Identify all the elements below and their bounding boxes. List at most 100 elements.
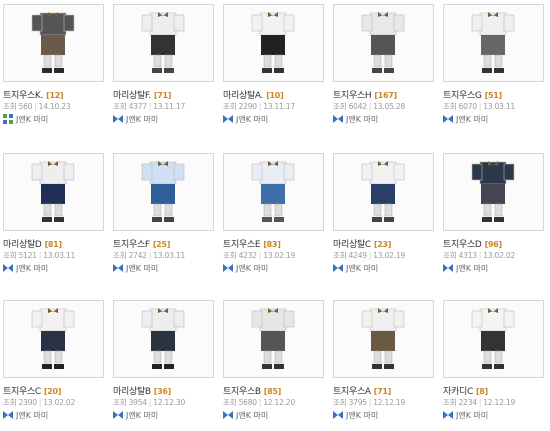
author[interactable]: J앤K 마미: [3, 410, 48, 421]
author[interactable]: J앤K 마미: [443, 410, 488, 421]
post-title-text[interactable]: 마리상탈F.: [113, 91, 151, 101]
gallery-card[interactable]: 마리상탈A. [10] 조회 2290 | 13.11.17 J앤K 마미: [220, 0, 330, 135]
outfit-thumbnail[interactable]: [443, 153, 544, 231]
outfit-thumbnail[interactable]: [113, 153, 214, 231]
post-title-text[interactable]: 트지우스C: [3, 387, 41, 397]
views-label: 조회: [3, 251, 17, 260]
author-name[interactable]: J앤K 마미: [236, 411, 268, 420]
gallery-card[interactable]: 트지우스F [25] 조회 2742 | 13.03.11 J앤K 마미: [110, 149, 220, 284]
views-count: 4249: [348, 251, 368, 260]
post-title[interactable]: 트지우스D [96]: [443, 237, 502, 250]
gallery-card[interactable]: 자카디C [8] 조회 2234 | 12.12.19 J앤K 마미: [440, 296, 550, 431]
gallery-card[interactable]: 트지우스B [85] 조회 5680 | 12.12.20 J앤K 마미: [220, 296, 330, 431]
author-name[interactable]: J앤K 마미: [456, 115, 488, 124]
author-name[interactable]: J앤K 마미: [126, 115, 158, 124]
post-title[interactable]: 자카디C [8]: [443, 384, 488, 397]
outfit-thumbnail[interactable]: [113, 4, 214, 82]
views-count: 2290: [238, 102, 258, 111]
outfit-thumbnail[interactable]: [443, 300, 544, 378]
author-name[interactable]: J앤K 마미: [456, 264, 488, 273]
post-date: 14.10.23: [38, 102, 71, 111]
post-title-text[interactable]: 트지우스B: [223, 387, 261, 397]
post-date: 12.12.20: [263, 398, 296, 407]
gallery-card[interactable]: 트지우스E [83] 조회 4232 | 13.02.19 J앤K 마미: [220, 149, 330, 284]
post-title[interactable]: 마리상탈C [23]: [333, 237, 391, 250]
author[interactable]: J앤K 마미: [223, 114, 268, 125]
author-name[interactable]: J앤K 마미: [456, 411, 488, 420]
outfit-thumbnail[interactable]: [223, 153, 324, 231]
outfit-thumbnail[interactable]: [443, 4, 544, 82]
gallery-card[interactable]: 마리상탈B [36] 조회 3954 | 12.12.30 J앤K 마미: [110, 296, 220, 431]
author-name[interactable]: J앤K 마미: [16, 115, 48, 124]
author[interactable]: J앤K 마미: [333, 263, 378, 274]
post-title[interactable]: 트지우스E [83]: [223, 237, 281, 250]
post-meta: 조회 5680 | 12.12.20: [223, 398, 296, 407]
post-title[interactable]: 마리상탈B [36]: [113, 384, 171, 397]
author-name[interactable]: J앤K 마미: [126, 411, 158, 420]
post-title-text[interactable]: 트지우스E: [223, 240, 261, 250]
gallery-card[interactable]: 트지우스G [51] 조회 6070 | 13.03.11 J앤K 마미: [440, 0, 550, 135]
outfit-thumbnail[interactable]: [333, 153, 434, 231]
gallery-card[interactable]: 트지우스D [96] 조회 4313 | 13.02.02 J앤K 마미: [440, 149, 550, 284]
author-name[interactable]: J앤K 마미: [346, 411, 378, 420]
bow-icon: [223, 411, 236, 420]
gallery-card[interactable]: 트지우스A [71] 조회 3795 | 12.12.19 J앤K 마미: [330, 296, 440, 431]
post-title[interactable]: 트지우스F [25]: [113, 237, 170, 250]
author[interactable]: J앤K 마미: [3, 263, 48, 274]
author[interactable]: J앤K 마미: [333, 410, 378, 421]
gallery-card[interactable]: 마리상탈D [81] 조회 5121 | 13.03.11 J앤K 마미: [0, 149, 110, 284]
post-title-text[interactable]: 마리상탈D: [3, 240, 42, 250]
outfit-thumbnail[interactable]: [333, 300, 434, 378]
outfit-thumbnail[interactable]: [223, 4, 324, 82]
author-name[interactable]: J앤K 마미: [346, 264, 378, 273]
author[interactable]: J앤K 마미: [443, 114, 488, 125]
author[interactable]: J앤K 마미: [3, 114, 48, 125]
post-title-text[interactable]: 마리상탈B: [113, 387, 151, 397]
post-title-text[interactable]: 트지우스F: [113, 240, 150, 250]
author[interactable]: J앤K 마미: [223, 410, 268, 421]
post-title-text[interactable]: 자카디C: [443, 387, 473, 397]
post-title[interactable]: 마리상탈D [81]: [3, 237, 62, 250]
author-name[interactable]: J앤K 마미: [126, 264, 158, 273]
author[interactable]: J앤K 마미: [113, 114, 158, 125]
author[interactable]: J앤K 마미: [223, 263, 268, 274]
post-title-text[interactable]: 트지우스K.: [3, 91, 43, 101]
author[interactable]: J앤K 마미: [113, 263, 158, 274]
post-title-text[interactable]: 트지우스G: [443, 91, 482, 101]
post-date: 13.03.11: [153, 251, 186, 260]
author[interactable]: J앤K 마미: [113, 410, 158, 421]
gallery-card[interactable]: 마리상탈F. [71] 조회 4377 | 13.11.17 J앤K 마미: [110, 0, 220, 135]
post-title[interactable]: 트지우스H [167]: [333, 88, 397, 101]
gallery-card[interactable]: 트지우스K. [12] 조회 560 | 14.10.23 J앤K 마미: [0, 0, 110, 135]
post-title[interactable]: 트지우스C [20]: [3, 384, 61, 397]
outfit-thumbnail[interactable]: [3, 300, 104, 378]
author-name[interactable]: J앤K 마미: [16, 411, 48, 420]
bow-icon: [113, 264, 126, 273]
post-title-text[interactable]: 마리상탈C: [333, 240, 371, 250]
views-label: 조회: [113, 398, 127, 407]
author-name[interactable]: J앤K 마미: [236, 264, 268, 273]
post-title-text[interactable]: 트지우스H: [333, 91, 372, 101]
gallery-card[interactable]: 마리상탈C [23] 조회 4249 | 13.02.19 J앤K 마미: [330, 149, 440, 284]
post-title-text[interactable]: 트지우스D: [443, 240, 482, 250]
outfit-thumbnail[interactable]: [3, 4, 104, 82]
outfit-thumbnail[interactable]: [333, 4, 434, 82]
gallery-card[interactable]: 트지우스C [20] 조회 2390 | 13.02.02 J앤K 마미: [0, 296, 110, 431]
post-title-text[interactable]: 마리상탈A.: [223, 91, 263, 101]
author-name[interactable]: J앤K 마미: [16, 264, 48, 273]
post-title[interactable]: 마리상탈A. [10]: [223, 88, 284, 101]
author[interactable]: J앤K 마미: [443, 263, 488, 274]
gallery-card[interactable]: 트지우스H [167] 조회 6042 | 13.05.28 J앤K 마미: [330, 0, 440, 135]
post-title[interactable]: 트지우스A [71]: [333, 384, 391, 397]
outfit-thumbnail[interactable]: [223, 300, 324, 378]
post-title[interactable]: 트지우스K. [12]: [3, 88, 64, 101]
post-title[interactable]: 마리상탈F. [71]: [113, 88, 171, 101]
post-title[interactable]: 트지우스G [51]: [443, 88, 502, 101]
outfit-thumbnail[interactable]: [113, 300, 214, 378]
post-title[interactable]: 트지우스B [85]: [223, 384, 281, 397]
post-title-text[interactable]: 트지우스A: [333, 387, 371, 397]
author-name[interactable]: J앤K 마미: [346, 115, 378, 124]
author[interactable]: J앤K 마미: [333, 114, 378, 125]
outfit-thumbnail[interactable]: [3, 153, 104, 231]
author-name[interactable]: J앤K 마미: [236, 115, 268, 124]
